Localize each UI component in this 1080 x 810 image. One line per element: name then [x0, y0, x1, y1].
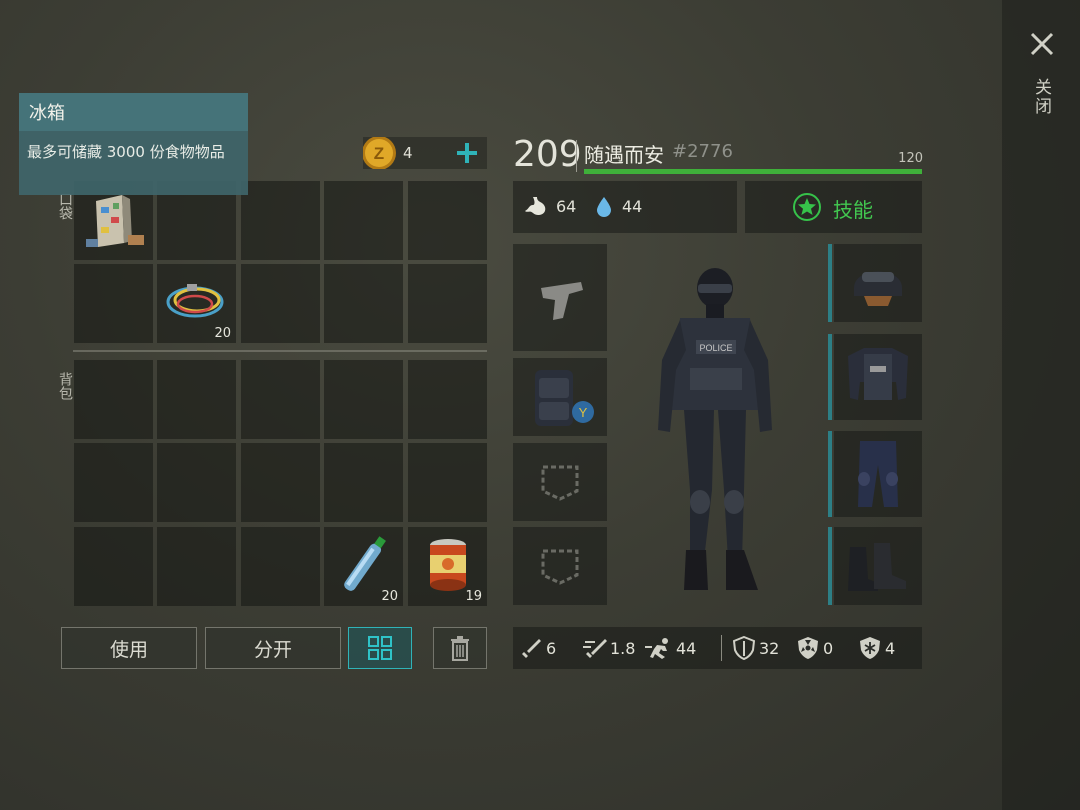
add-coins-button[interactable] — [453, 139, 481, 167]
radiation-value: 0 — [823, 639, 834, 658]
split-button[interactable]: 分开 — [205, 627, 341, 669]
item-count: 19 — [465, 589, 482, 604]
armor-durability-bar — [828, 334, 832, 420]
item-count: 20 — [214, 326, 231, 341]
skills-label: 技能 — [833, 198, 873, 222]
item-count: 20 — [381, 589, 398, 604]
backpack-equip-slot[interactable]: Y — [513, 358, 607, 436]
backpack-slot[interactable] — [241, 527, 320, 606]
pants-icon — [858, 441, 898, 507]
pocket-icon — [541, 465, 579, 501]
xp-bar — [584, 169, 922, 174]
backpack-label: 背包 — [57, 372, 73, 400]
sort-grid-button[interactable] — [348, 627, 412, 669]
backpack-slot[interactable] — [324, 443, 403, 522]
weapon-slot[interactable] — [513, 244, 607, 351]
attack-speed-value: 1.8 — [610, 639, 636, 658]
backpack-slot[interactable] — [74, 527, 153, 606]
backpack-icon: Y — [535, 370, 594, 426]
close-label[interactable]: 关闭 — [1030, 78, 1054, 116]
backpack-slot[interactable] — [157, 443, 236, 522]
backpack-slot[interactable] — [241, 360, 320, 439]
pocket-slot[interactable] — [241, 181, 320, 260]
armor-slot[interactable] — [834, 334, 922, 420]
attack-speed-icon — [583, 639, 607, 658]
trash-button[interactable] — [433, 627, 487, 669]
item-tooltip: 冰箱 最多可储藏 3000 份食物物品 — [19, 93, 248, 195]
close-icon — [1030, 32, 1054, 56]
boots-icon — [848, 543, 906, 591]
grid-icon — [368, 636, 392, 660]
use-button[interactable]: 使用 — [61, 627, 197, 669]
cold-value: 4 — [885, 639, 896, 658]
backpack-slot[interactable]: 19 — [408, 527, 487, 606]
pocket-equip-slot[interactable] — [513, 443, 607, 521]
backpack-slot[interactable] — [408, 443, 487, 522]
pocket-slot[interactable] — [324, 181, 403, 260]
hunger-value: 64 — [556, 197, 577, 216]
backpack-slot[interactable] — [324, 360, 403, 439]
armor-value: 32 — [759, 639, 780, 658]
pants-slot[interactable] — [834, 431, 922, 517]
helmet-slot[interactable] — [834, 244, 922, 322]
attack-value: 6 — [546, 639, 557, 658]
player-name: 随遇而安 — [584, 143, 664, 167]
stomach-icon — [525, 197, 546, 215]
pocket-equip-slot[interactable] — [513, 527, 607, 605]
thirst-value: 44 — [622, 197, 643, 216]
backpack-slot[interactable] — [241, 443, 320, 522]
name-separator — [576, 140, 577, 172]
backpack-slot[interactable]: 20 — [324, 527, 403, 606]
helmet-icon — [854, 271, 902, 306]
backpack-slot[interactable] — [74, 360, 153, 439]
pocket-slot[interactable] — [324, 264, 403, 343]
svg-text:POLICE: POLICE — [699, 343, 732, 353]
skills-button[interactable]: 技能 — [745, 181, 922, 233]
pockets-label: 口袋 — [57, 192, 73, 220]
helmet-durability-bar — [828, 244, 832, 322]
star-icon — [793, 193, 821, 221]
boots-durability-bar — [828, 527, 832, 605]
xp-bar-fill — [584, 169, 922, 174]
backpack-slot[interactable] — [74, 443, 153, 522]
pocket-slot[interactable] — [408, 264, 487, 343]
section-divider — [73, 350, 487, 352]
pocket-slot[interactable] — [241, 264, 320, 343]
backpack-slot[interactable] — [157, 527, 236, 606]
vest-icon — [848, 348, 908, 400]
pocket-slot[interactable] — [74, 264, 153, 343]
shield-icon — [733, 636, 755, 660]
coin-bar: Z 4 — [363, 137, 487, 169]
water-drop-icon — [597, 197, 611, 217]
tooltip-title: 冰箱 — [19, 93, 248, 131]
svg-text:Z: Z — [374, 144, 384, 163]
running-icon — [645, 638, 668, 659]
pants-durability-bar — [828, 431, 832, 517]
sword-icon — [522, 639, 541, 658]
player-level: 209 — [513, 134, 582, 175]
player-id: #2776 — [672, 141, 733, 162]
pocket-slot[interactable] — [408, 181, 487, 260]
backpack-slot[interactable] — [157, 360, 236, 439]
radiation-icon — [798, 637, 818, 659]
right-sidebar — [1002, 0, 1080, 810]
character-figure: POLICE — [658, 268, 772, 590]
trash-icon — [451, 636, 469, 661]
tooltip-description: 最多可储藏 3000 份食物物品 — [27, 143, 225, 161]
svg-text:Y: Y — [579, 405, 588, 420]
vitals-panel: 64 44 — [513, 181, 737, 233]
pocket-slot[interactable]: 20 — [157, 264, 236, 343]
speed-value: 44 — [676, 639, 697, 658]
xp-max: 120 — [898, 151, 923, 166]
stats-divider — [721, 635, 722, 661]
backpack-slot[interactable] — [408, 360, 487, 439]
cold-resist-icon — [860, 637, 880, 659]
stats-bar: 6 1.8 44 32 0 4 — [513, 627, 922, 669]
pocket-icon — [541, 549, 579, 585]
boots-slot[interactable] — [834, 527, 922, 605]
close-button[interactable] — [1024, 28, 1060, 64]
pistol-icon — [541, 282, 583, 320]
coin-icon: Z — [363, 137, 396, 169]
coin-count: 4 — [403, 144, 413, 162]
